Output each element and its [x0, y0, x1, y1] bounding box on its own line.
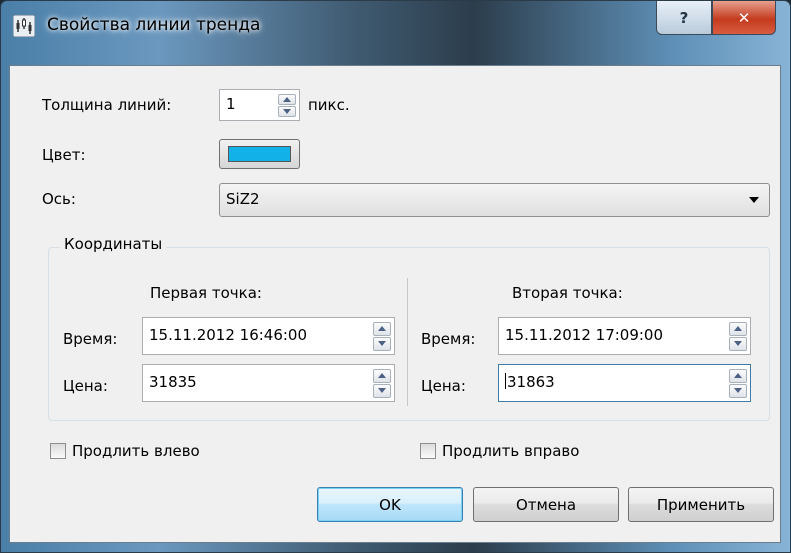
- axis-value: SiZ2: [226, 190, 260, 208]
- ok-button-label: OK: [379, 495, 401, 514]
- arrow-down-icon: [378, 388, 386, 393]
- first-time-field[interactable]: 15.11.2012 16:46:00: [142, 317, 395, 355]
- axis-label: Ось:: [42, 190, 76, 208]
- spin-down-button[interactable]: [278, 105, 296, 117]
- checkbox-box: [50, 443, 66, 459]
- spin-up-button[interactable]: [373, 368, 391, 383]
- checkbox-box: [420, 443, 436, 459]
- second-point-header: Вторая точка:: [512, 284, 623, 302]
- axis-select[interactable]: SiZ2: [219, 183, 770, 217]
- extend-left-checkbox[interactable]: Продлить влево: [50, 442, 200, 460]
- spin-up-button[interactable]: [729, 321, 747, 336]
- line-width-spinbox[interactable]: 1: [219, 89, 300, 121]
- first-price-label: Цена:: [63, 377, 108, 395]
- line-width-label: Толщина линий:: [42, 96, 172, 114]
- second-time-label: Время:: [421, 330, 476, 348]
- spin-up-button[interactable]: [729, 368, 747, 383]
- arrow-down-icon: [734, 388, 742, 393]
- spin-down-button[interactable]: [729, 336, 747, 351]
- arrow-down-icon: [378, 341, 386, 346]
- second-price-value: 31863: [507, 373, 555, 391]
- dialog-window: Свойства линии тренда ? ✕ Толщина линий:…: [0, 0, 791, 553]
- dialog-body: Толщина линий: 1 пикс. Цвет: Ось: SiZ2 К…: [9, 65, 781, 543]
- apply-button[interactable]: Применить: [628, 487, 774, 522]
- extend-right-checkbox[interactable]: Продлить вправо: [420, 442, 579, 460]
- arrow-up-icon: [378, 373, 386, 378]
- color-swatch: [228, 146, 291, 162]
- arrow-down-icon: [283, 108, 291, 114]
- title-bar[interactable]: Свойства линии тренда ? ✕: [1, 1, 790, 65]
- question-icon: ?: [679, 8, 689, 27]
- apply-button-label: Применить: [656, 495, 746, 514]
- arrow-down-icon: [734, 341, 742, 346]
- spin-down-button[interactable]: [373, 336, 391, 351]
- chart-app-icon: [13, 15, 35, 37]
- first-time-label: Время:: [63, 330, 118, 348]
- first-price-field[interactable]: 31835: [142, 364, 395, 402]
- cancel-button-label: Отмена: [515, 495, 577, 514]
- arrow-up-icon: [734, 373, 742, 378]
- points-divider: [407, 278, 408, 406]
- spin-up-button[interactable]: [373, 321, 391, 336]
- extend-right-label: Продлить вправо: [442, 442, 580, 460]
- first-time-value: 15.11.2012 16:46:00: [149, 326, 308, 344]
- close-icon: ✕: [737, 8, 751, 27]
- arrow-up-icon: [734, 326, 742, 331]
- second-time-value: 15.11.2012 17:09:00: [505, 326, 664, 344]
- arrow-up-icon: [283, 96, 291, 102]
- spin-down-button[interactable]: [729, 383, 747, 398]
- help-button[interactable]: ?: [656, 1, 712, 35]
- color-picker-button[interactable]: [219, 139, 300, 169]
- first-point-header: Первая точка:: [150, 284, 262, 302]
- text-caret: [505, 373, 506, 389]
- first-price-value: 31835: [149, 373, 197, 391]
- line-width-unit: пикс.: [308, 96, 350, 114]
- second-price-label: Цена:: [421, 377, 466, 395]
- spin-up-button[interactable]: [278, 93, 296, 105]
- cancel-button[interactable]: Отмена: [473, 487, 619, 522]
- window-title: Свойства линии тренда: [47, 15, 261, 35]
- line-width-value: 1: [226, 95, 236, 113]
- chevron-down-icon: [749, 197, 759, 203]
- extend-left-label: Продлить влево: [72, 442, 200, 460]
- spin-down-button[interactable]: [373, 383, 391, 398]
- coordinates-group-title: Координаты: [60, 235, 167, 253]
- close-button[interactable]: ✕: [712, 1, 776, 35]
- second-price-field[interactable]: 31863: [498, 364, 751, 402]
- arrow-up-icon: [378, 326, 386, 331]
- ok-button[interactable]: OK: [317, 487, 463, 522]
- second-time-field[interactable]: 15.11.2012 17:09:00: [498, 317, 751, 355]
- color-label: Цвет:: [42, 146, 86, 164]
